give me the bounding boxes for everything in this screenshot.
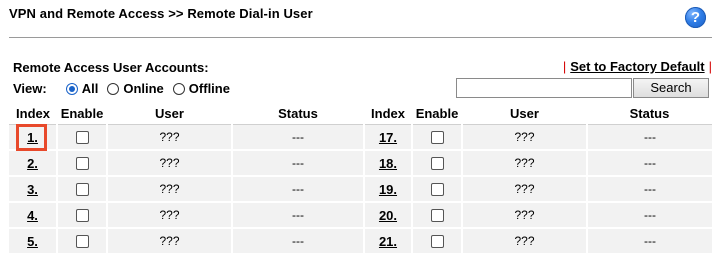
header-index: Index <box>9 103 57 125</box>
enable-checkbox[interactable] <box>430 209 444 223</box>
header-user: User <box>462 103 587 125</box>
view-label: View: <box>13 81 47 96</box>
user-index-link[interactable]: 19. <box>379 182 397 197</box>
enable-checkbox[interactable] <box>430 157 444 171</box>
search-button[interactable]: Search <box>633 78 709 98</box>
radio-online[interactable] <box>107 82 120 95</box>
view-option-offline[interactable]: Offline <box>172 81 230 96</box>
enable-checkbox[interactable] <box>75 157 89 171</box>
enable-checkbox[interactable] <box>75 209 89 223</box>
user-index-link[interactable]: 1. <box>27 130 38 145</box>
status-cell: --- <box>232 124 365 151</box>
user-cell: ??? <box>107 150 233 177</box>
header-user: User <box>107 103 232 125</box>
view-filter: View: All Online Offline <box>13 81 239 96</box>
user-cell: ??? <box>462 124 588 151</box>
table-row: 4. ??? --- 20. ??? --- <box>9 202 712 229</box>
user-index-link[interactable]: 2. <box>27 156 38 171</box>
user-cell: ??? <box>107 228 233 255</box>
status-cell: --- <box>232 150 365 177</box>
status-cell: --- <box>587 150 712 177</box>
factory-separator: | <box>562 59 567 74</box>
enable-checkbox[interactable] <box>75 235 89 249</box>
factory-default-group: | Set to Factory Default | <box>559 59 712 74</box>
search-input[interactable] <box>456 78 632 98</box>
divider <box>9 37 712 38</box>
enable-checkbox[interactable] <box>430 235 444 249</box>
header-enable: Enable <box>57 103 107 125</box>
user-cell: ??? <box>107 124 233 151</box>
table-row: 5. ??? --- 21. ??? --- <box>9 228 712 255</box>
factory-default-link[interactable]: Set to Factory Default <box>570 59 704 74</box>
status-cell: --- <box>232 176 365 203</box>
help-icon[interactable]: ? <box>685 7 706 28</box>
view-option-label: Offline <box>188 81 230 96</box>
header-status: Status <box>587 103 712 125</box>
header-status: Status <box>232 103 364 125</box>
radio-offline[interactable] <box>172 82 185 95</box>
status-cell: --- <box>587 228 712 255</box>
user-index-link[interactable]: 17. <box>379 130 397 145</box>
user-index-link[interactable]: 3. <box>27 182 38 197</box>
view-option-label: All <box>81 81 99 96</box>
user-accounts-table: Index Enable User Status Index Enable Us… <box>9 103 712 255</box>
table-row: 3. ??? --- 19. ??? --- <box>9 176 712 203</box>
enable-checkbox[interactable] <box>75 131 89 145</box>
enable-checkbox[interactable] <box>75 183 89 197</box>
user-cell: ??? <box>462 150 588 177</box>
radio-all[interactable] <box>65 82 78 95</box>
user-cell: ??? <box>462 176 588 203</box>
table-header-row: Index Enable User Status Index Enable Us… <box>9 103 712 125</box>
view-option-online[interactable]: Online <box>107 81 164 96</box>
status-cell: --- <box>587 202 712 229</box>
user-cell: ??? <box>462 228 588 255</box>
status-cell: --- <box>232 228 365 255</box>
table-row: 1. ??? --- 17. ??? --- <box>9 124 712 151</box>
user-index-link[interactable]: 5. <box>27 234 38 249</box>
user-index-link[interactable]: 4. <box>27 208 38 223</box>
user-index-link[interactable]: 20. <box>379 208 397 223</box>
user-cell: ??? <box>462 202 588 229</box>
enable-checkbox[interactable] <box>430 183 444 197</box>
page-title: VPN and Remote Access >> Remote Dial-in … <box>9 6 313 21</box>
user-index-link[interactable]: 21. <box>379 234 397 249</box>
view-option-label: Online <box>123 81 164 96</box>
user-cell: ??? <box>107 202 233 229</box>
header-enable: Enable <box>412 103 462 125</box>
factory-separator-end: | <box>708 59 712 74</box>
status-cell: --- <box>587 176 712 203</box>
table-row: 2. ??? --- 18. ??? --- <box>9 150 712 177</box>
status-cell: --- <box>587 124 712 151</box>
enable-checkbox[interactable] <box>430 131 444 145</box>
accounts-label: Remote Access User Accounts: <box>13 60 209 75</box>
status-cell: --- <box>232 202 365 229</box>
user-cell: ??? <box>107 176 233 203</box>
header-index: Index <box>364 103 412 125</box>
user-index-link[interactable]: 18. <box>379 156 397 171</box>
view-option-all[interactable]: All <box>65 81 99 96</box>
